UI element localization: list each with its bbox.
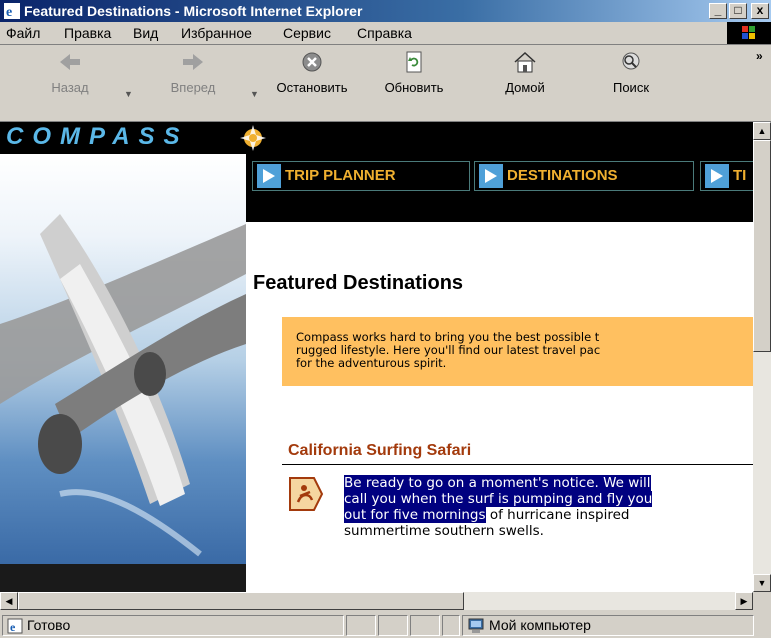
scroll-corner [753, 592, 771, 610]
maximize-button[interactable]: □ [729, 3, 747, 19]
toolbar: Назад ▼ Вперед ▼ Остановить Обновить Дом… [0, 45, 771, 122]
search-button[interactable]: Поиск [596, 51, 666, 95]
minimize-button[interactable]: _ [709, 3, 727, 19]
search-icon [622, 52, 640, 70]
title-bar: e Featured Destinations - Microsoft Inte… [0, 0, 771, 22]
compass-header: COMPASS [0, 122, 753, 154]
zone-text: Мой компьютер [489, 617, 591, 633]
forward-arrow-icon [183, 54, 203, 70]
horizontal-scrollbar[interactable]: ◀ ▶ [0, 592, 753, 610]
scroll-left-button[interactable]: ◀ [0, 592, 18, 610]
scroll-down-button[interactable]: ▼ [753, 574, 771, 592]
home-button[interactable]: Домой [490, 51, 560, 95]
nav-strip: TRIP PLANNER DESTINATIONS TI [246, 154, 753, 222]
status-panel-5 [442, 615, 460, 636]
menu-tools[interactable]: Сервис [283, 25, 331, 41]
windows-logo [727, 22, 771, 44]
status-bar: e Готово Мой компьютер [0, 612, 771, 638]
svg-text:e: e [10, 620, 16, 634]
airplane-photo [0, 154, 246, 564]
flag-icon [479, 164, 503, 188]
surfer-icon [289, 477, 324, 511]
compass-logo[interactable]: COMPASS [6, 123, 189, 151]
back-dropdown-icon[interactable]: ▼ [124, 89, 133, 99]
menu-view[interactable]: Вид [133, 25, 158, 41]
back-arrow-icon [60, 54, 80, 70]
window-title: Featured Destinations - Microsoft Intern… [24, 3, 363, 19]
destination-description: Be ready to go on a moment's notice. We … [344, 475, 753, 539]
nav-trip-planner[interactable]: TRIP PLANNER [252, 161, 470, 191]
stop-icon [302, 52, 322, 72]
compass-star-icon [240, 125, 266, 151]
refresh-button[interactable]: Обновить [368, 51, 460, 95]
status-zone-panel: Мой компьютер [462, 615, 754, 636]
menu-favorites[interactable]: Избранное [181, 25, 252, 41]
scroll-right-button[interactable]: ▶ [735, 592, 753, 610]
page-viewport: COMPASS TRIP PLANNER DESTINATIONS TI Fea… [0, 122, 753, 592]
status-text: Готово [27, 617, 71, 633]
destination-title[interactable]: California Surfing Safari [288, 442, 471, 460]
nav-truncated[interactable]: TI [700, 161, 753, 191]
vertical-scrollbar[interactable]: ▲ ▼ [753, 122, 771, 592]
status-panel-4 [410, 615, 440, 636]
intro-text: Compass works hard to bring you the best… [296, 330, 601, 370]
refresh-icon [406, 51, 422, 73]
computer-icon [468, 618, 484, 633]
stop-button[interactable]: Остановить [266, 51, 358, 95]
home-icon [514, 51, 536, 73]
close-button[interactable]: x [751, 3, 769, 19]
page-heading: Featured Destinations [253, 272, 464, 294]
status-panel-3 [378, 615, 408, 636]
svg-text:e: e [6, 5, 12, 19]
status-panel-2 [346, 615, 376, 636]
forward-dropdown-icon[interactable]: ▼ [250, 89, 259, 99]
nav-destinations[interactable]: DESTINATIONS [474, 161, 694, 191]
menu-bar: Файл Правка Вид Избранное Сервис Справка [0, 22, 771, 45]
menu-help[interactable]: Справка [357, 25, 412, 41]
flag-icon [257, 164, 281, 188]
ie-icon: e [4, 3, 20, 19]
menu-edit[interactable]: Правка [64, 25, 111, 41]
forward-button[interactable]: Вперед [158, 51, 228, 95]
back-button[interactable]: Назад [38, 51, 102, 95]
menu-file[interactable]: Файл [6, 25, 40, 41]
status-main-panel: e Готово [2, 615, 344, 636]
flag-icon [705, 164, 729, 188]
divider [282, 464, 753, 465]
page-icon: e [7, 618, 23, 634]
left-image-footer [0, 564, 246, 592]
scroll-up-button[interactable]: ▲ [753, 122, 771, 140]
vertical-scroll-thumb[interactable] [753, 140, 771, 352]
intro-box: Compass works hard to bring you the best… [282, 317, 753, 386]
toolbar-chevron[interactable]: » [756, 49, 763, 63]
horizontal-scroll-thumb[interactable] [18, 592, 464, 610]
